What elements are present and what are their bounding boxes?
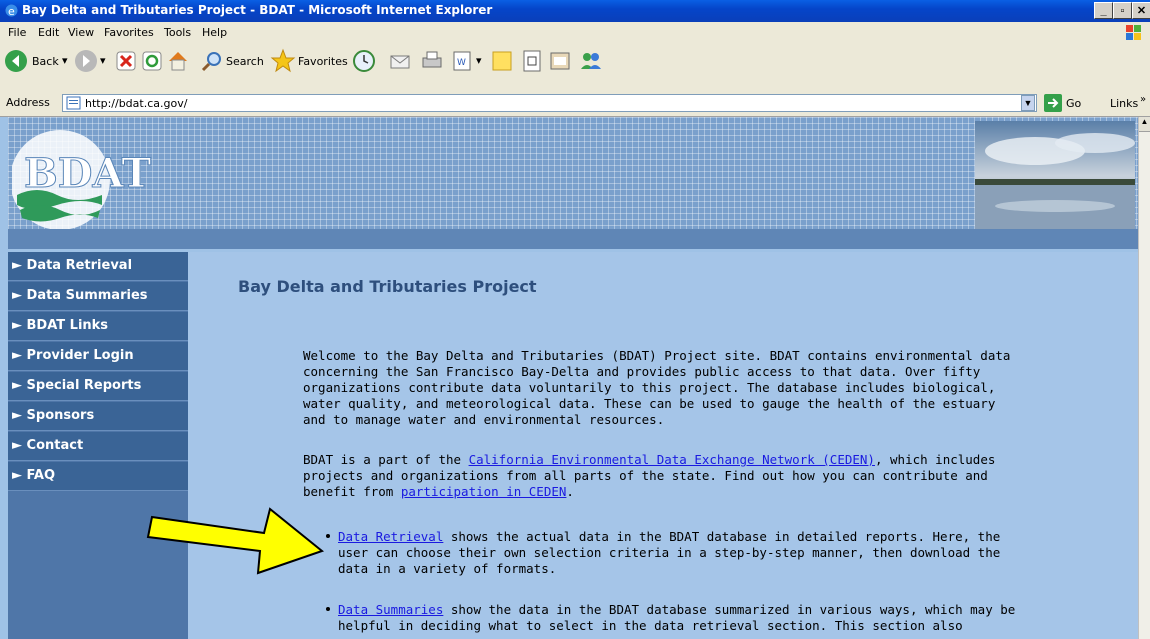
go-button-label[interactable]: Go [1066, 97, 1081, 110]
research-icon[interactable] [520, 49, 544, 73]
stop-icon[interactable] [116, 51, 136, 71]
nav-data-retrieval[interactable]: ► Data Retrieval [8, 252, 188, 281]
refresh-icon[interactable] [142, 51, 162, 71]
edit-word-icon[interactable]: W [450, 49, 474, 73]
close-button[interactable]: ✕ [1132, 2, 1150, 19]
mail-icon[interactable] [388, 49, 412, 73]
menu-bar: File Edit View Favorites Tools Help [0, 22, 1150, 44]
search-icon[interactable] [200, 49, 224, 73]
nav-faq[interactable]: ► FAQ [8, 462, 188, 491]
address-label: Address [6, 96, 50, 109]
bdat-logo: BDAT [12, 130, 152, 230]
go-arrow-icon[interactable] [1044, 94, 1062, 112]
list-item: Data Summaries show the data in the BDAT… [326, 602, 1028, 634]
minimize-button[interactable]: _ [1094, 2, 1113, 19]
scroll-up-icon[interactable]: ▲ [1139, 117, 1150, 132]
edit-dropdown-icon[interactable]: ▾ [476, 54, 482, 67]
menu-favorites[interactable]: Favorites [104, 26, 154, 39]
svg-text:W: W [457, 58, 466, 68]
ceden-link[interactable]: California Environmental Data Exchange N… [469, 452, 875, 467]
page-heading: Bay Delta and Tributaries Project [238, 277, 537, 296]
history-icon[interactable] [352, 49, 376, 73]
logo-text: BDAT [24, 150, 151, 197]
bay-photo [975, 121, 1135, 231]
search-button-label[interactable]: Search [226, 55, 264, 68]
print-icon[interactable] [420, 49, 444, 73]
address-input[interactable]: http://bdat.ca.gov/ [62, 94, 1037, 112]
favorites-star-icon[interactable] [270, 48, 296, 74]
menu-help[interactable]: Help [202, 26, 227, 39]
links-toolbar-label[interactable]: Links [1110, 97, 1138, 110]
main-content: Bay Delta and Tributaries Project Welcom… [188, 252, 1138, 639]
back-dropdown-icon[interactable]: ▾ [62, 54, 68, 67]
data-retrieval-link[interactable]: Data Retrieval [338, 529, 443, 544]
page-icon [66, 96, 81, 110]
calendar-icon[interactable] [548, 49, 572, 73]
menu-file[interactable]: File [8, 26, 26, 39]
address-dropdown-icon[interactable]: ▼ [1021, 95, 1035, 111]
nav-data-summaries[interactable]: ► Data Summaries [8, 282, 188, 311]
favorites-button-label[interactable]: Favorites [298, 55, 348, 68]
banner-strip [8, 229, 1138, 249]
back-arrow-icon[interactable] [4, 49, 28, 73]
forward-dropdown-icon[interactable]: ▾ [100, 54, 106, 67]
back-button-label[interactable]: Back [32, 55, 59, 68]
title-bar: e Bay Delta and Tributaries Project - BD… [0, 0, 1150, 22]
discuss-icon[interactable] [490, 49, 514, 73]
home-icon[interactable] [166, 49, 190, 73]
menu-edit[interactable]: Edit [38, 26, 59, 39]
nav-sponsors[interactable]: ► Sponsors [8, 402, 188, 431]
address-bar: Address http://bdat.ca.gov/ ▼ Go Links » [0, 91, 1150, 117]
svg-text:e: e [8, 5, 15, 18]
ceden-paragraph: BDAT is a part of the California Environ… [303, 452, 996, 499]
web-page: BDAT ► Data Retrieval ► Data Summaries ►… [0, 117, 1138, 639]
links-chevron-icon[interactable]: » [1140, 94, 1146, 105]
nav-bdat-links[interactable]: ► BDAT Links [8, 312, 188, 341]
list-item: Data Retrieval shows the actual data in … [326, 529, 1028, 577]
window-title: Bay Delta and Tributaries Project - BDAT… [22, 3, 493, 17]
windows-logo-icon [1112, 23, 1146, 42]
bullet-icon [326, 607, 330, 611]
messenger-icon[interactable] [578, 49, 604, 73]
nav-provider-login[interactable]: ► Provider Login [8, 342, 188, 371]
intro-paragraph: Welcome to the Bay Delta and Tributaries… [303, 348, 1011, 427]
ie-icon: e [5, 4, 18, 18]
sidebar-nav: ► Data Retrieval ► Data Summaries ► BDAT… [8, 252, 188, 639]
vertical-scrollbar[interactable]: ▲ [1138, 117, 1150, 639]
yellow-arrow-icon [146, 507, 325, 575]
menu-tools[interactable]: Tools [164, 26, 191, 39]
menu-view[interactable]: View [68, 26, 94, 39]
nav-special-reports[interactable]: ► Special Reports [8, 372, 188, 401]
nav-contact[interactable]: ► Contact [8, 432, 188, 461]
maximize-button[interactable]: ▫ [1113, 2, 1132, 19]
bullet-icon [326, 534, 330, 538]
forward-arrow-icon[interactable] [74, 49, 98, 73]
data-summaries-link[interactable]: Data Summaries [338, 602, 443, 617]
toolbar: Back ▾ ▾ Search Favorites W ▾ [0, 43, 1150, 92]
address-url: http://bdat.ca.gov/ [85, 97, 188, 110]
participation-link[interactable]: participation in CEDEN [401, 484, 567, 499]
